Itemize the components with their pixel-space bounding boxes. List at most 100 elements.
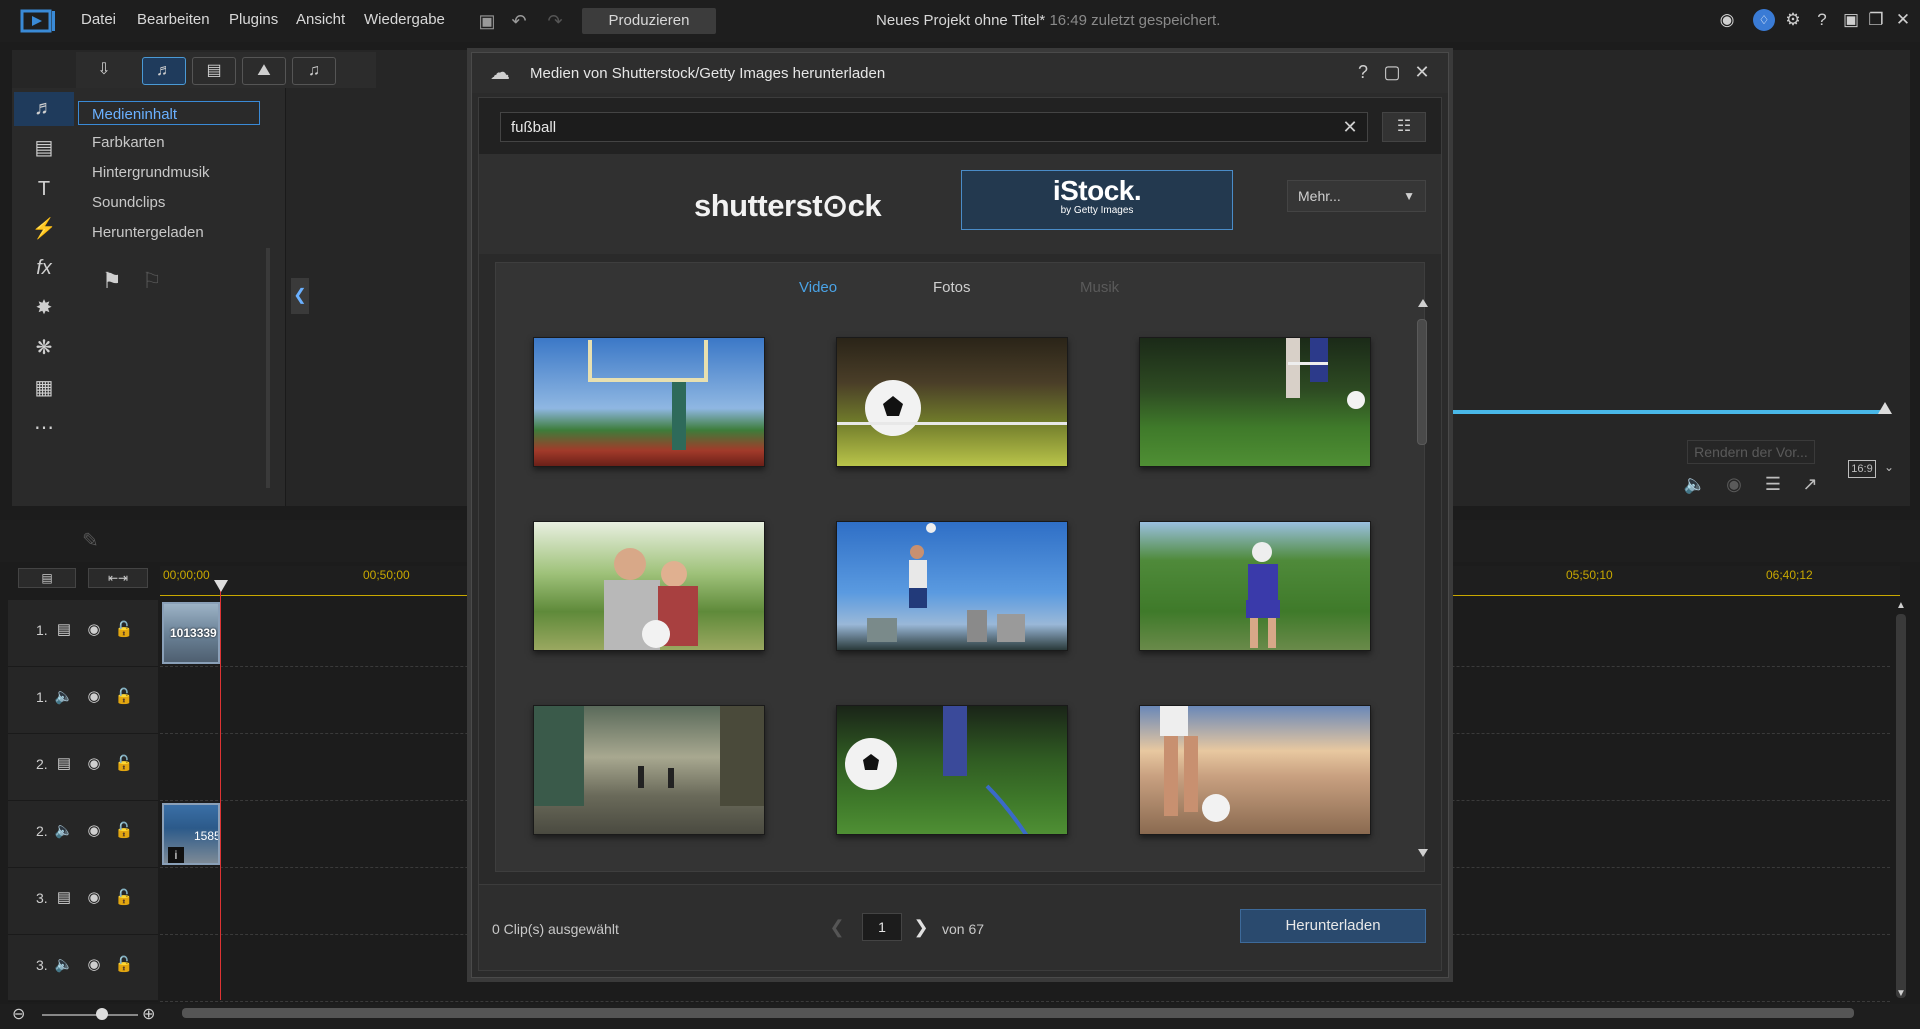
playhead-marker[interactable] (214, 580, 228, 592)
zoom-slider-knob[interactable] (96, 1008, 108, 1020)
next-page-icon[interactable]: ❯ (911, 915, 931, 939)
pip-room-icon[interactable]: ✸ (30, 294, 58, 322)
settings-gear-icon[interactable]: ⚙ (1782, 9, 1804, 31)
lock-icon[interactable]: 🔓 (114, 620, 134, 640)
visibility-eye-icon[interactable]: ◉ (84, 754, 104, 774)
lock-icon[interactable]: 🔓 (114, 687, 134, 707)
scroll-down-icon[interactable]: ▼ (1896, 988, 1906, 999)
filter-video-icon[interactable]: ▤ (192, 57, 236, 85)
template-room-icon[interactable]: ▤ (30, 134, 58, 162)
search-input[interactable] (500, 112, 1368, 142)
previous-page-icon[interactable]: ❮ (827, 915, 847, 939)
lock-icon[interactable]: 🔓 (114, 888, 134, 908)
filter-audio-icon[interactable]: ♫ (292, 57, 336, 85)
filter-all-media-icon[interactable]: ♬ (142, 57, 186, 85)
minimize-icon[interactable]: ▣ (1840, 9, 1862, 31)
video-thumbnail[interactable] (1139, 705, 1371, 835)
visibility-eye-icon[interactable]: ◉ (84, 821, 104, 841)
aspect-ratio-select[interactable]: 16:9 (1848, 460, 1876, 478)
help-icon[interactable]: ? (1811, 9, 1833, 31)
preview-quality-icon[interactable]: ☰ (1760, 472, 1786, 496)
clear-search-icon[interactable]: ✕ (1339, 116, 1361, 138)
more-providers-select[interactable]: Mehr... ▼ (1287, 180, 1426, 212)
scroll-up-icon[interactable]: ▲ (1896, 600, 1906, 611)
zoom-slider[interactable] (42, 1014, 138, 1016)
undo-icon[interactable]: ↶ (508, 10, 530, 32)
more-rooms-icon[interactable]: ⋯ (30, 414, 58, 442)
zoom-in-icon[interactable]: ⊕ (142, 1004, 155, 1024)
subtitle-room-icon[interactable]: ▦ (30, 374, 58, 402)
tree-item-downloaded[interactable]: Heruntergeladen (92, 224, 204, 241)
menu-view[interactable]: Ansicht (296, 11, 345, 28)
fx-room-icon[interactable]: fx (30, 254, 58, 282)
video-thumbnail[interactable] (836, 521, 1068, 651)
timeline-clip-with-audio[interactable]: 1585 i (162, 803, 220, 865)
save-icon[interactable]: ▣ (476, 10, 498, 32)
menu-edit[interactable]: Bearbeiten (137, 11, 210, 28)
remove-tag-icon[interactable]: ⚐ (142, 268, 162, 294)
snapshot-icon[interactable]: ◉ (1721, 472, 1747, 496)
filter-image-icon[interactable]: ⛰ (242, 57, 286, 85)
tab-photos[interactable]: Fotos (933, 279, 971, 296)
menu-playback[interactable]: Wiedergabe (364, 11, 445, 28)
video-thumbnail[interactable] (1139, 337, 1371, 467)
visibility-eye-icon[interactable]: ◉ (84, 687, 104, 707)
tree-item-sound-clips[interactable]: Soundclips (92, 194, 165, 211)
help-icon[interactable]: ? (1352, 61, 1374, 83)
menu-plugins[interactable]: Plugins (229, 11, 278, 28)
shutterstock-tab[interactable]: shutterst⊙ck (694, 188, 882, 224)
video-thumbnail[interactable] (836, 705, 1068, 835)
istock-tab[interactable]: iStock. by Getty Images (961, 170, 1233, 230)
render-preview-button[interactable]: Rendern der Vor... (1687, 440, 1815, 464)
visibility-eye-icon[interactable]: ◉ (84, 620, 104, 640)
track-manager-icon[interactable]: ▤ (18, 568, 76, 588)
visibility-eye-icon[interactable]: ◉ (84, 955, 104, 975)
aspect-chevron-icon[interactable]: ⌄ (1884, 460, 1894, 474)
collapse-panel-icon[interactable]: ❮ (291, 278, 309, 314)
add-tag-icon[interactable]: ⚑ (102, 268, 122, 294)
tab-video[interactable]: Video (799, 279, 837, 296)
preview-scrub-knob[interactable] (1878, 402, 1892, 414)
video-thumbnail[interactable] (836, 337, 1068, 467)
title-room-icon[interactable]: T (30, 175, 58, 203)
scroll-down-icon[interactable] (1418, 849, 1428, 857)
restore-icon[interactable]: ❐ (1865, 9, 1887, 31)
scroll-up-icon[interactable] (1418, 299, 1428, 307)
tree-scrollbar[interactable] (266, 248, 270, 488)
media-room-icon[interactable]: ♬ (30, 94, 58, 122)
menu-file[interactable]: Datei (81, 11, 116, 28)
sort-grid-icon[interactable]: ☷ (1382, 112, 1426, 142)
download-button[interactable]: Herunterladen (1240, 909, 1426, 943)
account-icon[interactable]: ◉ (1716, 9, 1738, 31)
tree-item-background-music[interactable]: Hintergrundmusik (92, 164, 210, 181)
import-media-icon[interactable]: ⇩ (82, 57, 126, 85)
produce-button[interactable]: Produzieren (582, 8, 716, 34)
redo-icon[interactable]: ↷ (544, 10, 566, 32)
volume-icon[interactable]: 🔈 (1682, 472, 1708, 496)
timeline-vertical-scrollbar[interactable] (1896, 614, 1906, 998)
fit-timeline-icon[interactable]: ⇤⇥ (88, 568, 148, 588)
close-icon[interactable]: ✕ (1411, 61, 1433, 83)
visibility-eye-icon[interactable]: ◉ (84, 888, 104, 908)
video-thumbnail[interactable] (533, 705, 765, 835)
preview-progress-bar[interactable] (1448, 410, 1888, 414)
lock-icon[interactable]: 🔓 (114, 821, 134, 841)
video-thumbnail[interactable] (1139, 521, 1371, 651)
close-icon[interactable]: ✕ (1892, 9, 1914, 31)
zoom-out-icon[interactable]: ⊖ (12, 1004, 25, 1024)
notification-icon[interactable]: ♢ (1753, 9, 1775, 31)
timeline-video-clip[interactable]: 1013339 (162, 602, 220, 664)
page-number-input[interactable]: 1 (862, 913, 902, 941)
particle-room-icon[interactable]: ❋ (30, 334, 58, 362)
undock-preview-icon[interactable]: ↗ (1797, 472, 1823, 496)
tree-item-color-boards[interactable]: Farbkarten (92, 134, 165, 151)
maximize-icon[interactable]: ▢ (1381, 61, 1403, 83)
video-thumbnail[interactable] (533, 337, 765, 467)
lock-icon[interactable]: 🔓 (114, 754, 134, 774)
results-scrollbar[interactable] (1417, 319, 1427, 445)
video-thumbnail[interactable] (533, 521, 765, 651)
lock-icon[interactable]: 🔓 (114, 955, 134, 975)
transition-room-icon[interactable]: ⚡ (30, 215, 58, 243)
edit-tool-icon[interactable]: ✎ (82, 528, 99, 553)
timeline-horizontal-scrollbar[interactable] (182, 1008, 1854, 1018)
